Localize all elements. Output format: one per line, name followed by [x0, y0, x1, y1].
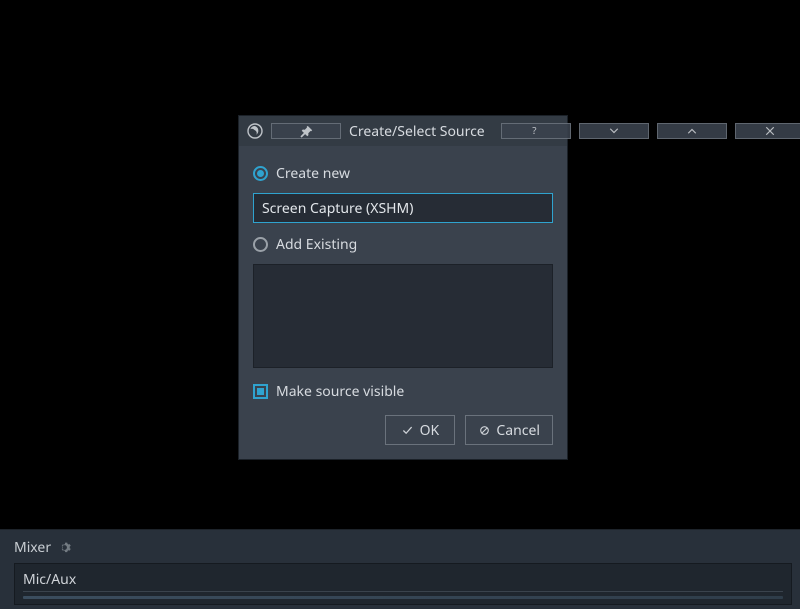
dialog-titlebar[interactable]: Create/Select Source ? [239, 116, 567, 146]
check-icon [402, 424, 414, 436]
audio-meter [23, 596, 783, 599]
cancel-label: Cancel [496, 421, 540, 440]
ok-label: OK [420, 421, 440, 440]
mixer-title: Mixer [14, 538, 51, 557]
existing-sources-list[interactable] [253, 264, 553, 368]
mixer-panel: Mixer Mic/Aux [0, 529, 800, 609]
ok-button[interactable]: OK [385, 415, 455, 445]
mixer-header: Mixer [0, 536, 800, 563]
prohibit-icon [478, 424, 490, 436]
checkbox-icon [253, 384, 268, 399]
close-icon[interactable] [735, 123, 800, 139]
checkbox-visible-label: Make source visible [276, 382, 404, 401]
dialog-button-row: OK Cancel [253, 415, 553, 445]
dialog-body: Create new Add Existing Make source visi… [239, 146, 567, 459]
chevron-up-icon[interactable] [657, 123, 727, 139]
cancel-button[interactable]: Cancel [465, 415, 553, 445]
radio-create-label: Create new [276, 164, 350, 183]
create-select-source-dialog: Create/Select Source ? Create new Add Ex… [238, 115, 568, 460]
help-icon[interactable]: ? [501, 123, 571, 139]
chevron-down-icon[interactable] [579, 123, 649, 139]
radio-icon [253, 237, 268, 252]
svg-text:?: ? [532, 125, 536, 137]
source-name-input[interactable] [253, 193, 553, 223]
gear-icon[interactable] [57, 541, 71, 555]
radio-add-existing[interactable]: Add Existing [253, 235, 553, 254]
mixer-body: Mic/Aux [14, 563, 792, 605]
radio-icon [253, 166, 268, 181]
radio-existing-label: Add Existing [276, 235, 357, 254]
mixer-track-label: Mic/Aux [23, 570, 783, 592]
checkbox-make-visible[interactable]: Make source visible [253, 382, 553, 401]
dialog-title: Create/Select Source [349, 122, 485, 141]
obs-app-icon [247, 123, 263, 139]
pin-icon[interactable] [271, 123, 341, 139]
radio-create-new[interactable]: Create new [253, 164, 553, 183]
